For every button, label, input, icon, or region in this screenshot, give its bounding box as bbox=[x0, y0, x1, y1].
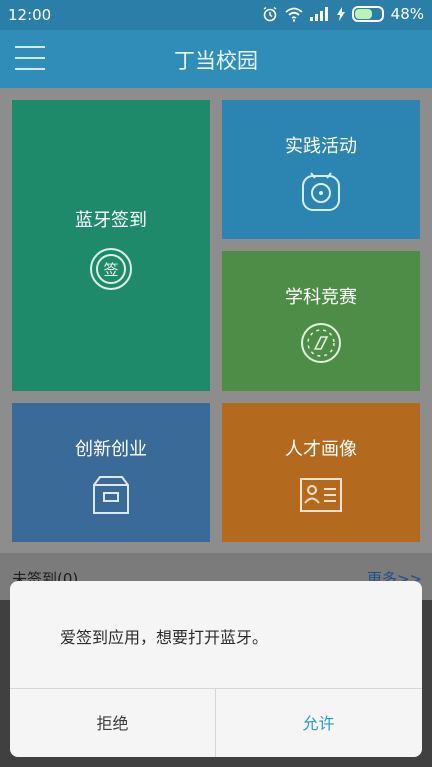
tile-grid: 蓝牙签到 签 实践活动 学科竞赛 创新创业 人才画像 bbox=[0, 88, 432, 553]
tile-practice-activity[interactable]: 实践活动 bbox=[222, 100, 420, 239]
svg-text:签: 签 bbox=[103, 261, 118, 279]
tile-label: 实践活动 bbox=[285, 136, 357, 157]
dialog-buttons: 拒绝 允许 bbox=[10, 688, 422, 757]
bluetooth-permission-dialog: 爱签到应用，想要打开蓝牙。 拒绝 允许 bbox=[10, 581, 422, 757]
sign-in-icon: 签 bbox=[90, 248, 132, 290]
deny-button[interactable]: 拒绝 bbox=[10, 689, 216, 757]
tile-innovation-entrepreneurship[interactable]: 创新创业 bbox=[12, 403, 210, 542]
dialog-message: 爱签到应用，想要打开蓝牙。 bbox=[60, 628, 269, 647]
compass-icon bbox=[301, 323, 341, 363]
signal-icon bbox=[309, 7, 328, 21]
tile-bluetooth-signin[interactable]: 蓝牙签到 签 bbox=[12, 100, 210, 391]
profile-card-icon bbox=[300, 478, 342, 512]
box-icon bbox=[93, 476, 129, 514]
allow-button[interactable]: 允许 bbox=[216, 689, 421, 757]
alarm-icon bbox=[263, 6, 277, 22]
tile-label: 创新创业 bbox=[75, 439, 147, 460]
wifi-icon bbox=[285, 7, 303, 22]
tile-subject-competition[interactable]: 学科竞赛 bbox=[222, 251, 420, 391]
page-title: 丁当校园 bbox=[174, 49, 258, 73]
tile-label: 人才画像 bbox=[285, 439, 357, 460]
battery-level: 48% bbox=[390, 5, 424, 23]
battery-icon bbox=[351, 6, 384, 22]
status-icons: 48% bbox=[262, 5, 424, 23]
activity-icon bbox=[302, 172, 340, 211]
charging-icon bbox=[336, 7, 345, 21]
status-time: 12:00 bbox=[8, 6, 52, 24]
tile-label: 学科竞赛 bbox=[285, 287, 357, 308]
tile-talent-profile[interactable]: 人才画像 bbox=[222, 403, 420, 542]
tile-label: 蓝牙签到 bbox=[75, 210, 147, 231]
app-bar: 丁当校园 bbox=[0, 30, 432, 88]
status-bar: 12:00 48% bbox=[0, 0, 432, 30]
